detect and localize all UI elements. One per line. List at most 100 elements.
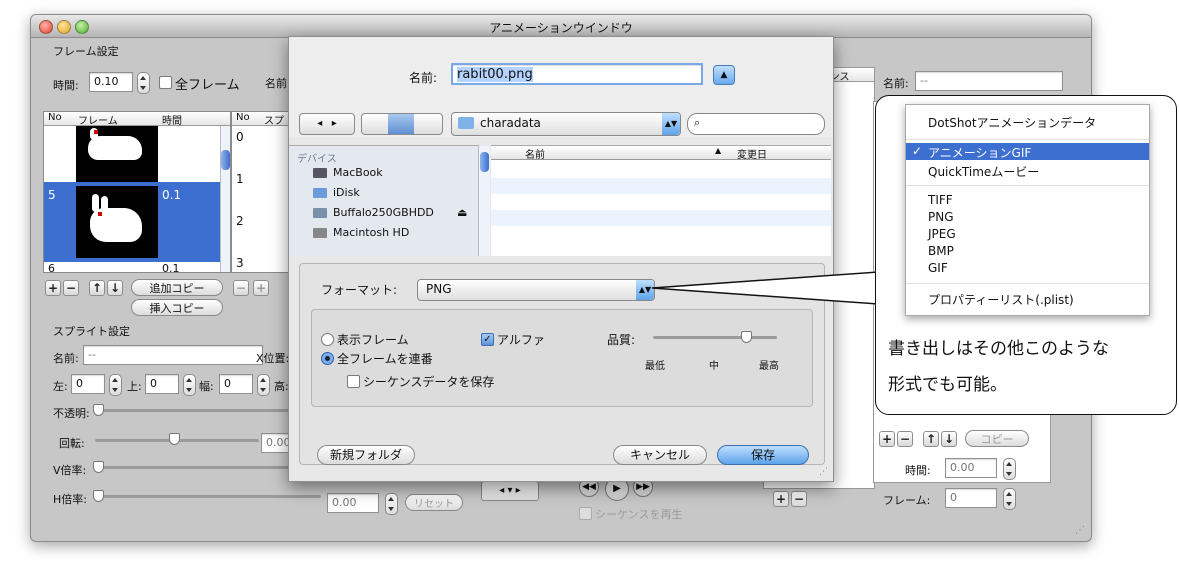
insert-copy-button[interactable]: 挿入コピー — [131, 299, 223, 316]
table-row[interactable]: 5 0.1 — [44, 182, 230, 262]
reset-button[interactable]: リセット — [405, 494, 463, 511]
menu-item-quicktime[interactable]: QuickTimeムービー — [928, 163, 1039, 180]
menu-item-plist[interactable]: プロパティーリスト(.plist) — [928, 291, 1074, 308]
width-stepper[interactable] — [257, 374, 270, 396]
save-sequence-checkbox[interactable] — [347, 375, 360, 388]
top-field[interactable]: 0 — [145, 374, 179, 394]
rotation-label: 回転: — [59, 437, 85, 450]
quality-slider-knob[interactable] — [741, 331, 752, 343]
menu-item-png[interactable]: PNG — [928, 210, 954, 224]
frame-name-label: 名前 — [265, 77, 287, 90]
list-item[interactable]: 0 — [236, 130, 244, 144]
display-frame-radio[interactable] — [321, 333, 334, 346]
move-up-button[interactable]: ↑ — [89, 280, 105, 296]
sprite-name-field[interactable]: -- — [83, 345, 263, 365]
opacity-slider[interactable] — [95, 409, 291, 412]
col-name[interactable]: 名前 — [525, 146, 545, 161]
right-frame-stepper[interactable] — [1003, 488, 1016, 510]
resize-grip-icon[interactable]: ⋰ — [819, 467, 828, 477]
remove-sprite-button[interactable]: + — [253, 280, 269, 296]
frame-table[interactable]: No フレーム 時間 5 0.1 6 0.1 — [43, 111, 231, 273]
h-scale-slider-knob[interactable] — [93, 490, 104, 502]
left-field[interactable]: 0 — [71, 374, 105, 394]
sprite-section-label: スプライト設定 — [53, 325, 130, 338]
right-name-field[interactable]: -- — [915, 71, 1063, 91]
folder-icon — [458, 117, 474, 129]
list-add-button[interactable]: + — [773, 491, 789, 507]
list-item[interactable]: 1 — [236, 172, 244, 186]
menu-item-gif[interactable]: GIF — [928, 261, 948, 275]
nav-arrows[interactable]: ◂ ▾ ▸ — [481, 481, 539, 501]
search-input[interactable]: ⌕ — [687, 113, 825, 135]
right-time-field[interactable]: 0.00 — [945, 458, 997, 478]
move-down-button[interactable]: ↓ — [107, 280, 123, 296]
rotation-slider-knob[interactable] — [169, 433, 180, 445]
list-remove-button[interactable]: − — [791, 491, 807, 507]
sidebar-scrollbar[interactable] — [478, 146, 490, 256]
menu-item-animation-gif[interactable]: ✓ アニメーションGIF — [906, 143, 1149, 160]
all-frames-checkbox[interactable] — [159, 76, 172, 89]
resize-grip-icon[interactable]: ⋰ — [1075, 525, 1085, 536]
save-button[interactable]: 保存 — [717, 445, 809, 465]
frame-row-time: 0.1 — [162, 262, 180, 273]
rotation-field[interactable]: 0.00 — [261, 433, 291, 453]
left-stepper[interactable] — [109, 374, 122, 396]
file-list[interactable]: 名前 ▲ 変更日 — [491, 145, 831, 256]
list-item[interactable]: 2 — [236, 214, 244, 228]
sort-icon: ▲ — [715, 146, 722, 155]
menu-item-bmp[interactable]: BMP — [928, 244, 954, 258]
time-stepper[interactable] — [137, 72, 150, 94]
v-scale-slider-knob[interactable] — [93, 461, 104, 473]
table-row[interactable] — [44, 126, 230, 182]
add-copy-button[interactable]: 追加コピー — [131, 279, 223, 296]
all-frames-sequence-label: 全フレームを連番 — [337, 352, 433, 366]
new-folder-button[interactable]: 新規フォルダ — [317, 445, 415, 465]
quality-slider[interactable] — [653, 336, 777, 339]
opacity-slider-knob[interactable] — [93, 404, 104, 416]
all-frames-radio[interactable] — [321, 352, 334, 365]
right-time-stepper[interactable] — [1003, 458, 1016, 480]
add-frame-button[interactable]: + — [45, 280, 61, 296]
quality-label: 品質: — [607, 333, 636, 347]
alpha-checkbox[interactable]: ✓ — [481, 333, 494, 346]
frame-table-scrollbar[interactable] — [220, 126, 230, 272]
back-forward-buttons[interactable]: ◂ ▸ — [299, 113, 355, 135]
top-stepper[interactable] — [183, 374, 196, 396]
view-mode-control[interactable] — [361, 113, 443, 135]
format-popup[interactable]: PNG ▲▼ — [417, 279, 655, 301]
h-scale-stepper[interactable] — [385, 493, 398, 515]
seq-up-button[interactable]: ↑ — [923, 431, 939, 447]
folder-popup[interactable]: charadata ▲▼ — [451, 112, 681, 136]
seq-down-button[interactable]: ↓ — [941, 431, 957, 447]
eject-icon[interactable]: ⏏ — [457, 206, 467, 219]
width-field[interactable]: 0 — [219, 374, 253, 394]
frame-section-label: フレーム設定 — [53, 45, 119, 58]
height-label: 高: — [274, 380, 289, 393]
h-scale-slider[interactable] — [95, 495, 321, 498]
list-view-icon[interactable] — [388, 114, 414, 134]
menu-item-jpeg[interactable]: JPEG — [928, 227, 956, 241]
menu-item-tiff[interactable]: TIFF — [928, 193, 953, 207]
window-title: アニメーションウインドウ — [489, 21, 633, 35]
add-sprite-button[interactable]: − — [233, 280, 249, 296]
time-field[interactable]: 0.10 — [89, 72, 133, 92]
table-row[interactable]: 6 0.1 — [44, 262, 230, 273]
quality-high-label: 最高 — [759, 361, 779, 372]
h-scale-field[interactable]: 0.00 — [327, 493, 379, 513]
format-menu: DotShotアニメーションデータ ✓ アニメーションGIF QuickTime… — [905, 104, 1150, 316]
seq-add-button[interactable]: + — [879, 431, 895, 447]
play-sequence-checkbox[interactable] — [579, 507, 592, 520]
copy-button[interactable]: コピー — [965, 430, 1029, 447]
remove-frame-button[interactable]: − — [63, 280, 79, 296]
list-item[interactable]: 3 — [236, 256, 244, 270]
cancel-button[interactable]: キャンセル — [613, 445, 707, 465]
sidebar-item-label: iDisk — [333, 186, 360, 199]
v-scale-slider[interactable] — [95, 466, 291, 469]
filename-input[interactable]: rabit00.png — [451, 63, 703, 85]
col-modified[interactable]: 変更日 — [737, 146, 767, 161]
menu-item-dotshot[interactable]: DotShotアニメーションデータ — [928, 114, 1096, 131]
seq-remove-button[interactable]: − — [897, 431, 913, 447]
right-frame-field[interactable]: 0 — [945, 488, 997, 508]
menu-item-label: アニメーションGIF — [928, 146, 1032, 160]
collapse-icon[interactable]: ▲ — [713, 65, 735, 85]
